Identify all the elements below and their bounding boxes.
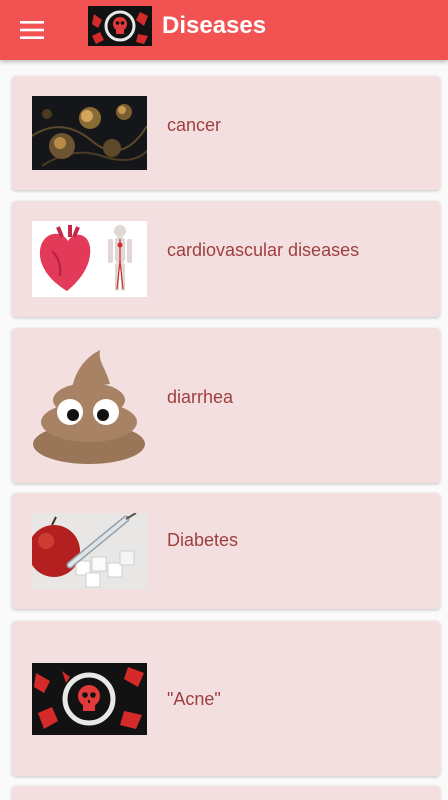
cancer-cells-image: [32, 96, 147, 170]
disease-name-label: cardiovascular diseases: [167, 240, 360, 260]
menu-button[interactable]: [12, 10, 52, 50]
list-item-partial[interactable]: [12, 786, 440, 800]
list-item-diabetes[interactable]: Diabetes: [12, 493, 440, 609]
list-item-acne[interactable]: "Acne": [12, 621, 440, 776]
list-item-diarrhea[interactable]: diarrhea: [12, 328, 440, 483]
app-bar: Diseases: [0, 0, 448, 60]
heart-body-image: [32, 221, 147, 297]
skull-logo-icon: [88, 6, 152, 46]
disease-name-label: diarrhea: [167, 387, 234, 407]
apple-syringe-sugar-image: [32, 513, 147, 589]
list-item-cardiovascular-diseases[interactable]: cardiovascular diseases: [12, 201, 440, 317]
list-item-cancer[interactable]: cancer: [12, 76, 440, 190]
skull-logo-image: [32, 663, 147, 735]
disease-name-label: "Acne": [167, 689, 221, 709]
poop-emoji-image: [33, 350, 145, 464]
disease-list: cancer cardiovascular diseases diarrhea …: [0, 60, 448, 800]
hamburger-menu-icon: [20, 21, 44, 39]
disease-name-label: cancer: [167, 115, 222, 135]
disease-name-label: Diabetes: [167, 530, 239, 550]
page-title: Diseases: [162, 12, 267, 39]
